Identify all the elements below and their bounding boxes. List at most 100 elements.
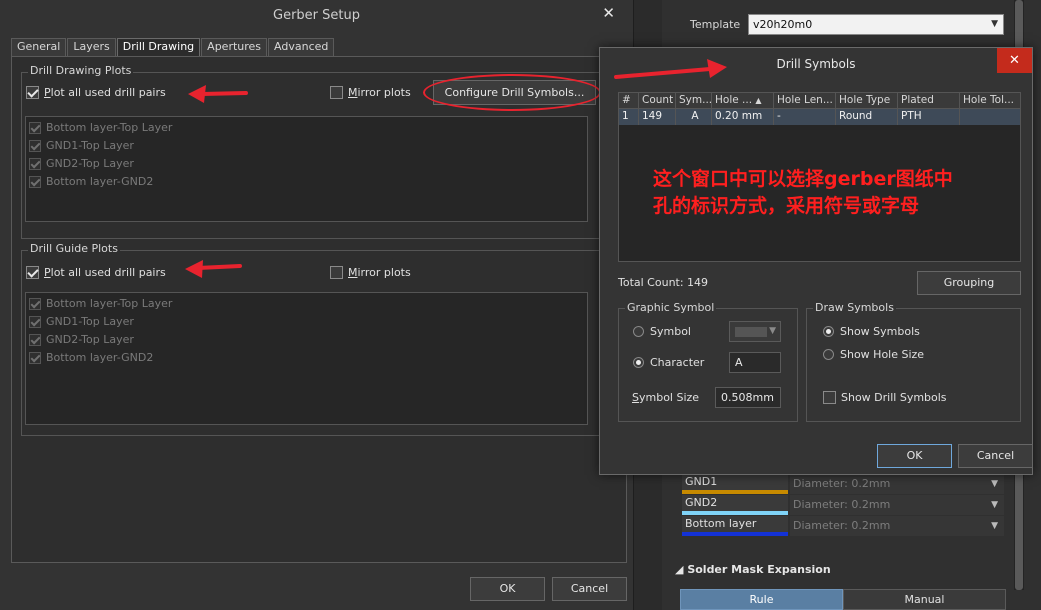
- tab-advanced[interactable]: Advanced: [268, 38, 335, 56]
- checkbox-box: [330, 86, 343, 99]
- column-header[interactable]: Hole Len...: [774, 93, 836, 109]
- guide-plot-all-drill-pairs-checkbox[interactable]: Plot all used drill pairs: [26, 266, 166, 279]
- layer-diameter[interactable]: Diameter: 0.2mm ▼: [790, 495, 1004, 515]
- tab-layers[interactable]: Layers: [67, 38, 116, 56]
- symbol-swatch: [735, 327, 767, 337]
- close-icon[interactable]: ✕: [997, 48, 1032, 73]
- checkbox-box: [26, 86, 39, 99]
- character-input[interactable]: A: [729, 352, 781, 373]
- template-label: Template: [690, 18, 741, 31]
- title-bar: Gerber Setup ✕: [0, 0, 633, 30]
- layer-color-bar: [682, 490, 788, 494]
- tab-drill-drawing[interactable]: Drill Drawing: [116, 38, 201, 56]
- checkbox-label: Mirror plots: [348, 266, 411, 279]
- layer-color-bar: [682, 511, 788, 515]
- checkbox-label: Mirror plots: [348, 86, 411, 99]
- show-drill-symbols-checkbox[interactable]: Show Drill Symbols: [823, 391, 947, 404]
- list-item[interactable]: GND2-Top Layer: [29, 157, 134, 170]
- seg-rule-button[interactable]: Rule: [680, 589, 843, 610]
- dialog-title: Drill Symbols: [776, 57, 856, 71]
- group-label: Graphic Symbol: [625, 301, 717, 314]
- template-select[interactable]: v20h20m0 ▼: [748, 14, 1004, 35]
- checkbox-box: [29, 157, 41, 170]
- column-header[interactable]: #: [619, 93, 639, 109]
- symbol-radio[interactable]: Symbol: [633, 325, 691, 338]
- table-cell: -: [774, 109, 836, 125]
- list-item[interactable]: Bottom layer-GND2: [29, 175, 153, 188]
- checkbox-box: [29, 297, 41, 310]
- drill-pairs-list[interactable]: Bottom layer-Top Layer GND1-Top Layer GN…: [25, 116, 588, 222]
- layer-diameter[interactable]: Diameter: 0.2mm ▼: [790, 474, 1004, 494]
- checkbox-box: [29, 121, 41, 134]
- show-hole-size-radio[interactable]: Show Hole Size: [823, 348, 924, 361]
- show-symbols-radio[interactable]: Show Symbols: [823, 325, 920, 338]
- layer-row-gnd2[interactable]: GND2 Diameter: 0.2mm ▼: [682, 495, 1004, 515]
- checkbox-box: [823, 391, 836, 404]
- symbol-select[interactable]: ▼: [729, 321, 781, 342]
- annotation-text: 这个窗口中可以选择gerber图纸中 孔的标识方式，采用符号或字母: [653, 168, 953, 217]
- chevron-down-icon: ▼: [769, 326, 776, 336]
- guide-mirror-plots-checkbox[interactable]: Mirror plots: [330, 266, 411, 279]
- group-label: Drill Drawing Plots: [28, 64, 134, 77]
- drill-guide-plots-group: Drill Guide Plots Plot all used drill pa…: [21, 242, 617, 436]
- character-radio[interactable]: Character: [633, 356, 704, 369]
- checkbox-box: [29, 315, 41, 328]
- checkbox-label: Plot all used drill pairs: [44, 266, 166, 279]
- column-header[interactable]: Plated: [898, 93, 960, 109]
- chevron-down-icon: ▼: [991, 521, 998, 531]
- tab-general[interactable]: General: [11, 38, 67, 56]
- table-cell: 149: [639, 109, 676, 125]
- radio-dot: [823, 326, 834, 337]
- group-label: Drill Guide Plots: [28, 242, 120, 255]
- caret-down-icon: ◢: [675, 563, 684, 576]
- dialog-cancel-button[interactable]: Cancel: [958, 444, 1033, 468]
- column-header[interactable]: Hole ... ▲: [712, 93, 774, 109]
- table-header: # Count Sym... Hole ... ▲ Hole Len... Ho…: [619, 93, 1020, 109]
- checkbox-label: Plot all used drill pairs: [44, 86, 166, 99]
- seg-manual-button[interactable]: Manual: [843, 589, 1006, 610]
- symbol-size-input[interactable]: 0.508mm: [715, 387, 781, 408]
- layer-row-gnd1[interactable]: GND1 Diameter: 0.2mm ▼: [682, 474, 1004, 494]
- gerber-setup-window: Gerber Setup ✕ General Layers Drill Draw…: [0, 0, 634, 610]
- layer-color-bar: [682, 532, 788, 536]
- drill-drawing-panel: Drill Drawing Plots Plot all used drill …: [11, 56, 627, 563]
- list-item[interactable]: GND1-Top Layer: [29, 315, 134, 328]
- annotation-highlight-ellipse: [423, 74, 601, 111]
- sort-up-icon: ▲: [755, 96, 762, 105]
- checkbox-box: [29, 333, 41, 346]
- table-cell: [960, 109, 1022, 125]
- tab-bar: General Layers Drill Drawing Apertures A…: [11, 38, 335, 56]
- list-item[interactable]: GND1-Top Layer: [29, 139, 134, 152]
- close-icon[interactable]: ✕: [602, 4, 615, 22]
- layer-row-bottom[interactable]: Bottom layer Diameter: 0.2mm ▼: [682, 516, 1004, 536]
- cancel-button[interactable]: Cancel: [552, 577, 627, 601]
- table-row[interactable]: 1 149 A 0.20 mm - Round PTH: [619, 109, 1020, 125]
- tab-apertures[interactable]: Apertures: [201, 38, 268, 56]
- table-cell: 1: [619, 109, 639, 125]
- template-value: v20h20m0: [753, 18, 813, 31]
- solder-mask-section[interactable]: ◢ Solder Mask Expansion: [675, 563, 831, 576]
- graphic-symbol-group: Graphic Symbol Symbol ▼ Character A Symb…: [618, 301, 798, 422]
- layer-diameter[interactable]: Diameter: 0.2mm ▼: [790, 516, 1004, 536]
- plot-all-drill-pairs-checkbox[interactable]: Plot all used drill pairs: [26, 86, 166, 99]
- column-header[interactable]: Hole Tol...: [960, 93, 1022, 109]
- column-header[interactable]: Count: [639, 93, 676, 109]
- draw-symbols-group: Draw Symbols Show Symbols Show Hole Size…: [806, 301, 1021, 422]
- list-item[interactable]: Bottom layer-GND2: [29, 351, 153, 364]
- checkbox-box: [26, 266, 39, 279]
- symbol-size-label: Symbol Size: [632, 391, 700, 404]
- mirror-plots-checkbox[interactable]: Mirror plots: [330, 86, 411, 99]
- column-header[interactable]: Sym...: [676, 93, 712, 109]
- grouping-button[interactable]: Grouping: [917, 271, 1021, 295]
- group-label: Draw Symbols: [813, 301, 896, 314]
- list-item[interactable]: GND2-Top Layer: [29, 333, 134, 346]
- guide-drill-pairs-list[interactable]: Bottom layer-Top Layer GND1-Top Layer GN…: [25, 292, 588, 425]
- column-header[interactable]: Hole Type: [836, 93, 898, 109]
- dialog-ok-button[interactable]: OK: [877, 444, 952, 468]
- ok-button[interactable]: OK: [470, 577, 545, 601]
- table-cell: 0.20 mm: [712, 109, 774, 125]
- list-item[interactable]: Bottom layer-Top Layer: [29, 297, 172, 310]
- list-item[interactable]: Bottom layer-Top Layer: [29, 121, 172, 134]
- checkbox-box: [29, 175, 41, 188]
- table-cell: A: [676, 109, 712, 125]
